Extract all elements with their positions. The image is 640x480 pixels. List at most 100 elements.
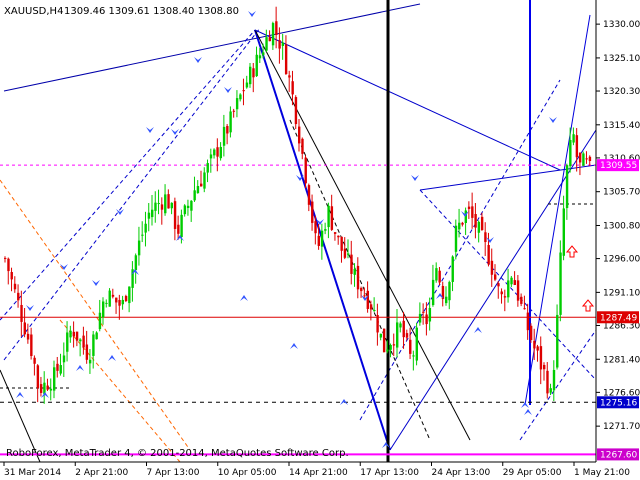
candle-body [556, 314, 559, 368]
candle-body [304, 157, 307, 184]
candle-body [552, 369, 556, 391]
candle-body [392, 344, 396, 346]
candle-body [111, 294, 115, 297]
candle-body [177, 224, 180, 234]
candle-body [88, 359, 92, 364]
x-tick-label: 17 Apr 13:00 [360, 468, 419, 478]
candle-body [448, 282, 451, 301]
candle-body [353, 268, 356, 275]
candle-body [242, 90, 245, 92]
candle-body [245, 82, 249, 88]
candle-body [226, 126, 229, 134]
y-tick-label: 1320.30 [603, 87, 640, 97]
candle-body [314, 221, 317, 234]
candle-body [13, 283, 17, 290]
candle-body [69, 330, 72, 338]
candle-body [494, 274, 497, 280]
x-tick-label: 14 Apr 21:00 [289, 468, 348, 478]
candle-body [425, 314, 428, 325]
y-tick-label: 1281.40 [603, 355, 640, 365]
symbol-label: XAUUSD,H4 [4, 6, 63, 17]
candle-body [252, 68, 255, 78]
candle-body [467, 206, 471, 209]
candle-body [167, 194, 170, 209]
candle-body [471, 206, 474, 218]
candle-body [350, 254, 353, 274]
candle-body [477, 221, 481, 233]
candle-body [562, 208, 565, 256]
y-tick-label: 1315.40 [603, 121, 640, 131]
candle-body [588, 156, 592, 162]
x-tick-label: 2 Apr 21:00 [75, 468, 128, 478]
x-tick-label: 7 Apr 13:00 [147, 468, 200, 478]
candle-body [23, 322, 26, 335]
candle-body [529, 325, 533, 341]
candle-body [431, 279, 435, 306]
candle-body [317, 235, 320, 246]
candle-body [582, 153, 585, 166]
candle-body [265, 37, 268, 51]
candle-body [543, 364, 546, 370]
candle-body [327, 205, 330, 228]
candle-body [186, 205, 190, 209]
candle-body [17, 292, 20, 301]
candle-body [82, 335, 85, 348]
candle-body [160, 204, 164, 210]
candle-body [190, 200, 193, 211]
candle-body [324, 229, 327, 231]
y-tick-label: 1300.80 [603, 221, 640, 231]
candle-body [43, 382, 46, 394]
candle-body [451, 256, 454, 282]
candle-body [216, 147, 219, 157]
candle-body [409, 339, 412, 354]
candle-body [85, 344, 89, 360]
candle-body [4, 257, 7, 259]
candle-body [536, 346, 539, 351]
current-price-badge-label: 1309.55 [600, 161, 637, 171]
candle-body [72, 331, 75, 337]
y-tick-label: 1291.10 [603, 288, 640, 298]
candle-body [461, 222, 464, 225]
candle-body [46, 385, 49, 390]
candle-body [507, 280, 510, 298]
candle-body [268, 37, 271, 42]
candle-body [151, 209, 154, 218]
x-tick-label: 1 May 21:00 [574, 468, 630, 478]
candle-body [428, 308, 432, 322]
candle-body [62, 355, 66, 363]
candle-body [49, 388, 53, 391]
candle-body [307, 185, 311, 205]
candle-body [108, 290, 111, 307]
candle-body [235, 98, 239, 110]
candle-body [458, 222, 461, 230]
candle-body [389, 344, 392, 350]
candle-body [196, 185, 200, 194]
candle-body [281, 42, 285, 46]
candle-body [445, 296, 448, 304]
price-chart[interactable]: 1330.001325.101320.301315.401310.601305.… [0, 0, 640, 480]
candle-body [66, 332, 69, 352]
candle-body [382, 328, 386, 353]
support-1-badge-label: 1275.16 [600, 398, 637, 408]
candle-body [301, 138, 304, 154]
candle-body [79, 339, 82, 342]
candle-body [53, 367, 56, 391]
candle-body [435, 268, 438, 281]
candle-body [56, 363, 59, 371]
candle-body [546, 370, 549, 394]
candle-body [121, 299, 124, 305]
candle-body [200, 183, 203, 187]
candle-body [559, 252, 562, 315]
candle-body [124, 295, 128, 302]
candle-body [128, 286, 131, 304]
candle-body [490, 260, 494, 275]
candle-body [539, 346, 543, 370]
candle-body [565, 165, 569, 209]
candle-body [26, 333, 30, 340]
y-tick-label: 1325.10 [603, 54, 640, 64]
candle-body [516, 280, 520, 301]
candle-body [500, 291, 503, 295]
candle-body [232, 110, 236, 112]
candle-body [10, 272, 13, 280]
candle-body [239, 94, 242, 100]
